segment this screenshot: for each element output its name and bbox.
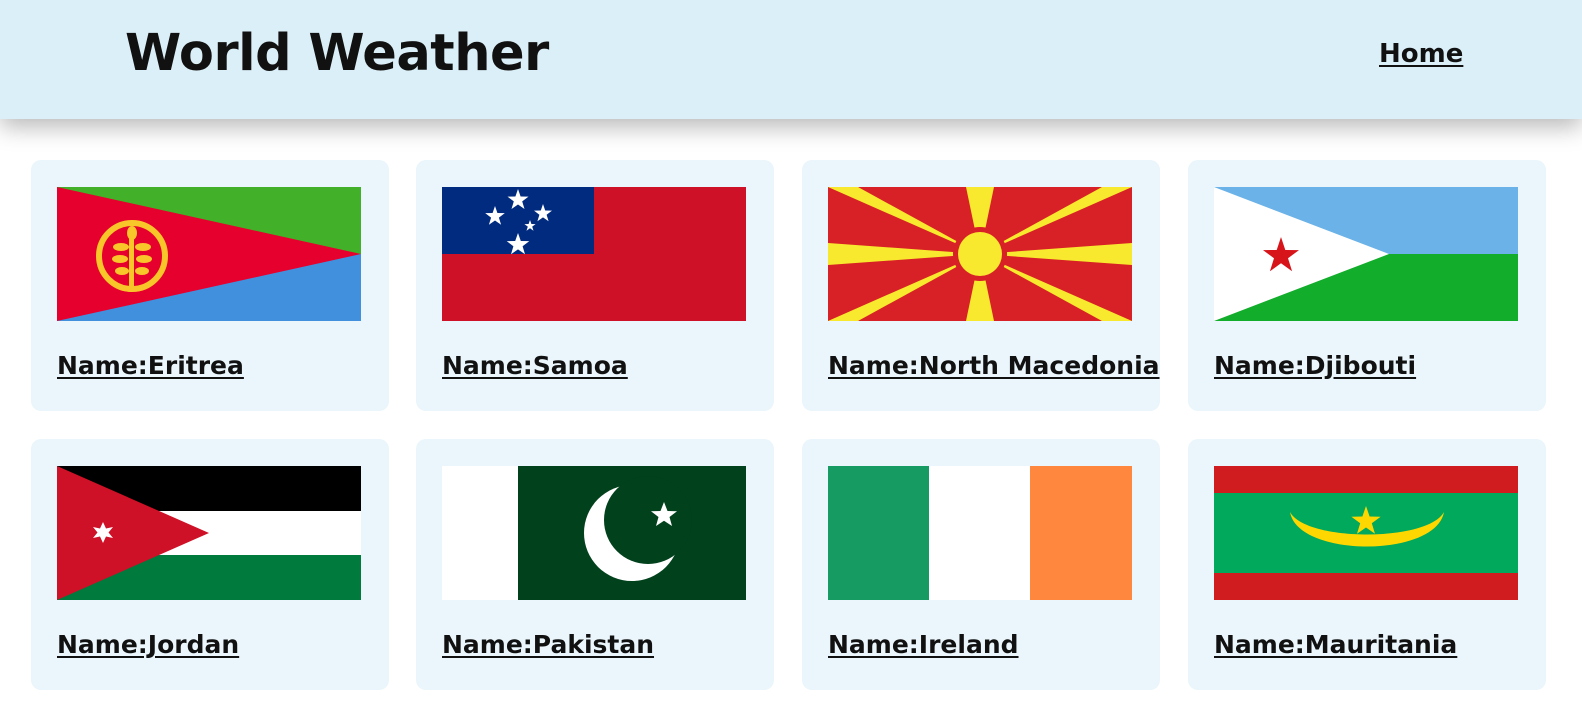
country-name-link[interactable]: Name:Jordan	[57, 629, 239, 661]
eritrea-flag-image[interactable]	[57, 187, 361, 321]
mauritania-flag-image[interactable]	[1214, 466, 1518, 600]
country-card-djibouti[interactable]: Name:Djibouti	[1188, 160, 1546, 411]
samoa-flag-image[interactable]	[442, 187, 746, 321]
country-card-ireland[interactable]: Name:Ireland	[802, 439, 1160, 690]
country-name-link[interactable]: Name:Eritrea	[57, 350, 244, 382]
ireland-flag-image[interactable]	[828, 466, 1132, 600]
country-grid: Name:Eritrea Name:Samoa Name:North Maced…	[31, 160, 1547, 692]
country-card-mauritania[interactable]: Name:Mauritania	[1188, 439, 1546, 690]
country-name-link[interactable]: Name:Ireland	[828, 629, 1019, 661]
country-card-eritrea[interactable]: Name:Eritrea	[31, 160, 389, 411]
jordan-flag-image[interactable]	[57, 466, 361, 600]
site-header: World Weather Home	[0, 0, 1582, 119]
country-name-link[interactable]: Name:Samoa	[442, 350, 628, 382]
country-name-link[interactable]: Name:Djibouti	[1214, 350, 1416, 382]
country-name-link[interactable]: Name:North Macedonia	[828, 350, 1160, 382]
country-card-jordan[interactable]: Name:Jordan	[31, 439, 389, 690]
country-card-pakistan[interactable]: Name:Pakistan	[416, 439, 774, 690]
djibouti-flag-image[interactable]	[1214, 187, 1518, 321]
country-card-north-macedonia[interactable]: Name:North Macedonia	[802, 160, 1160, 411]
site-title: World Weather	[125, 24, 549, 83]
country-card-samoa[interactable]: Name:Samoa	[416, 160, 774, 411]
pakistan-flag-image[interactable]	[442, 466, 746, 600]
country-name-link[interactable]: Name:Mauritania	[1214, 629, 1457, 661]
country-name-link[interactable]: Name:Pakistan	[442, 629, 654, 661]
north-macedonia-flag-image[interactable]	[828, 187, 1132, 321]
nav-home-link[interactable]: Home	[1379, 38, 1463, 70]
